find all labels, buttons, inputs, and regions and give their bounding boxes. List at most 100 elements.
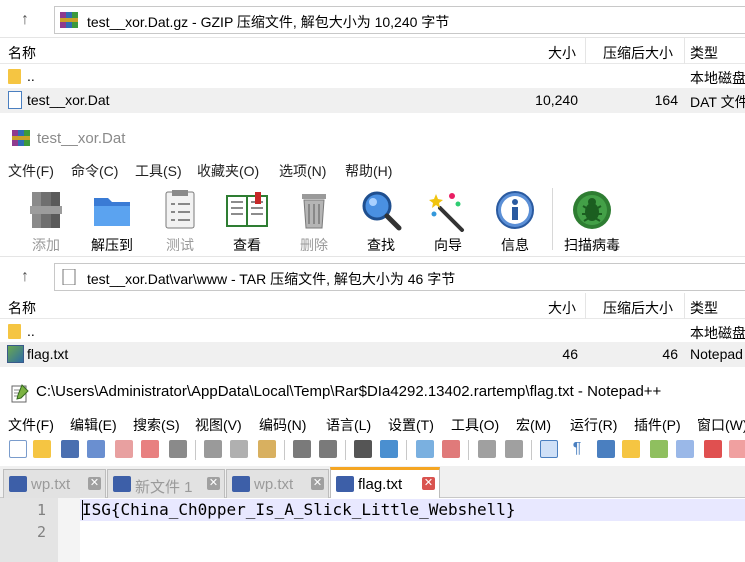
add-button[interactable]: 添加 — [15, 188, 77, 255]
close-icon[interactable]: ✕ — [207, 477, 220, 490]
menu-options[interactable]: 选项(N) — [279, 161, 326, 181]
winrar-toolbar: 添加 解压到 测试 查看 删除 查找 向导 信息 扫描病毒 — [0, 182, 745, 258]
paste-icon[interactable] — [258, 440, 276, 458]
replace-icon[interactable] — [380, 440, 398, 458]
info-icon — [493, 188, 537, 232]
editor-content[interactable]: ISG{China_Ch0pper_Is_A_Slick_Little_Webs… — [82, 500, 515, 519]
virus-scan-button[interactable]: 扫描病毒 — [561, 188, 623, 255]
tab-wp-txt-2[interactable]: wp.txt ✕ — [226, 469, 329, 498]
text-editor[interactable]: 1 2 ISG{China_Ch0pper_Is_A_Slick_Little_… — [0, 498, 745, 562]
tab-wp-txt[interactable]: wp.txt ✕ — [3, 469, 106, 498]
sync-vertical-icon[interactable] — [478, 440, 496, 458]
notepad-title-bar: C:\Users\Administrator\AppData\Local\Tem… — [0, 374, 745, 412]
copy-icon[interactable] — [230, 440, 248, 458]
doc-map-icon[interactable] — [650, 440, 668, 458]
wizard-button[interactable]: 向导 — [417, 188, 479, 255]
view-button[interactable]: 查看 — [216, 188, 278, 255]
menu-tools[interactable]: 工具(S) — [135, 161, 182, 181]
archive2-path-bar: ↑ test__xor.Dat\var\www - TAR 压缩文件, 解包大小… — [0, 256, 745, 294]
redo-icon[interactable] — [319, 440, 337, 458]
menu-macro[interactable]: 宏(M) — [516, 415, 551, 435]
save-all-icon[interactable] — [87, 440, 105, 458]
list-item[interactable]: test__xor.Dat 10,240 164 DAT 文件 — [0, 88, 745, 113]
close-all-icon[interactable] — [141, 440, 159, 458]
info-button[interactable]: 信息 — [484, 188, 546, 255]
col-type[interactable]: 类型 — [690, 43, 718, 63]
view-book-icon — [225, 188, 269, 232]
undo-icon[interactable] — [293, 440, 311, 458]
archive2-path-box[interactable]: test__xor.Dat\var\www - TAR 压缩文件, 解包大小为 … — [54, 263, 745, 291]
col-size[interactable]: 大小 — [548, 43, 576, 63]
virus-scan-icon — [570, 188, 614, 232]
menu-run[interactable]: 运行(R) — [570, 415, 617, 435]
menu-file[interactable]: 文件(F) — [8, 415, 54, 435]
sync-horizontal-icon[interactable] — [505, 440, 523, 458]
archive1-path-box[interactable]: test__xor.Dat.gz - GZIP 压缩文件, 解包大小为 10,2… — [54, 6, 745, 34]
open-file-icon[interactable] — [33, 440, 51, 458]
indent-guide-icon[interactable] — [597, 440, 615, 458]
monitoring-icon[interactable] — [729, 440, 745, 458]
line-number: 1 — [36, 501, 46, 519]
archive1-path-bar: ↑ test__xor.Dat.gz - GZIP 压缩文件, 解包大小为 10… — [0, 0, 745, 38]
menu-search[interactable]: 搜索(S) — [133, 415, 180, 435]
col-packed[interactable]: 压缩后大小 — [603, 298, 673, 318]
close-icon[interactable]: ✕ — [311, 477, 324, 490]
save-icon[interactable] — [61, 440, 79, 458]
up-arrow-icon[interactable]: ↑ — [14, 266, 36, 288]
menu-plugins[interactable]: 插件(P) — [634, 415, 681, 435]
notepad-toolbar: ¶ — [0, 436, 745, 464]
cut-icon[interactable] — [204, 440, 222, 458]
folder-icon — [8, 324, 21, 339]
line-number-gutter: 1 2 — [0, 498, 58, 562]
function-list-icon[interactable] — [676, 440, 694, 458]
menu-settings[interactable]: 设置(T) — [388, 415, 434, 435]
list-item[interactable]: .. 本地磁盘 — [0, 319, 745, 344]
folder-workspace-icon[interactable] — [704, 440, 722, 458]
menu-file[interactable]: 文件(F) — [8, 161, 54, 181]
col-name[interactable]: 名称 — [8, 298, 36, 318]
add-archive-icon — [24, 188, 68, 232]
tab-flag-txt[interactable]: flag.txt ✕ — [330, 467, 440, 498]
find-button[interactable]: 查找 — [350, 188, 412, 255]
col-packed[interactable]: 压缩后大小 — [603, 43, 673, 63]
close-file-icon[interactable] — [115, 440, 133, 458]
menu-tools[interactable]: 工具(O) — [451, 415, 499, 435]
line-number: 2 — [36, 523, 46, 541]
col-name[interactable]: 名称 — [8, 43, 36, 63]
word-wrap-icon[interactable] — [540, 440, 558, 458]
zoom-out-icon[interactable] — [442, 440, 460, 458]
show-all-chars-icon[interactable]: ¶ — [568, 440, 586, 458]
menu-window[interactable]: 窗口(W) — [697, 415, 745, 435]
menu-view[interactable]: 视图(V) — [195, 415, 242, 435]
col-type[interactable]: 类型 — [690, 298, 718, 318]
menu-command[interactable]: 命令(C) — [71, 161, 118, 181]
zoom-in-icon[interactable] — [416, 440, 434, 458]
user-language-icon[interactable] — [622, 440, 640, 458]
fold-margin — [58, 498, 80, 562]
menu-language[interactable]: 语言(L) — [326, 415, 371, 435]
extract-to-button[interactable]: 解压到 — [81, 188, 143, 255]
find-icon[interactable] — [354, 440, 372, 458]
new-file-icon[interactable] — [9, 440, 27, 458]
archive2-path-text: test__xor.Dat\var\www - TAR 压缩文件, 解包大小为 … — [87, 271, 456, 287]
print-icon[interactable] — [169, 440, 187, 458]
magnifier-icon — [359, 188, 403, 232]
archive1-column-header: 名称 大小 压缩后大小 类型 — [0, 38, 745, 64]
folder-icon — [8, 69, 21, 84]
saved-file-icon — [232, 476, 250, 492]
winrar-archive-icon — [60, 12, 78, 28]
list-item[interactable]: flag.txt 46 46 Notepad — [0, 342, 745, 367]
menu-help[interactable]: 帮助(H) — [345, 161, 392, 181]
menu-favorites[interactable]: 收藏夹(O) — [197, 161, 259, 181]
menu-encoding[interactable]: 编码(N) — [259, 415, 306, 435]
saved-file-icon — [9, 476, 27, 492]
col-size[interactable]: 大小 — [548, 298, 576, 318]
close-icon[interactable]: ✕ — [88, 477, 101, 490]
close-icon[interactable]: ✕ — [422, 477, 435, 490]
menu-edit[interactable]: 编辑(E) — [70, 415, 117, 435]
up-arrow-icon[interactable]: ↑ — [14, 9, 36, 31]
delete-button[interactable]: 删除 — [283, 188, 345, 255]
list-item[interactable]: .. 本地磁盘 — [0, 64, 745, 89]
tab-new-file-1[interactable]: 新文件 1 ✕ — [107, 469, 225, 498]
test-button[interactable]: 测试 — [149, 188, 211, 255]
